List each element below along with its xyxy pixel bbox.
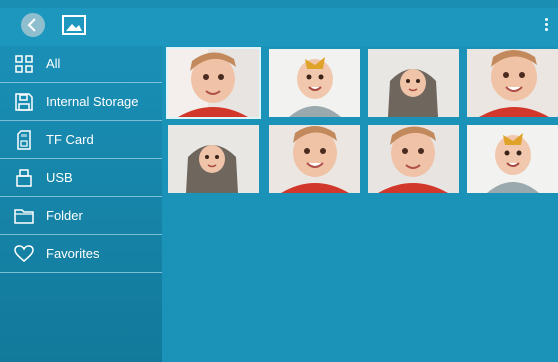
sidebar-item-label: TF Card bbox=[46, 132, 94, 147]
more-menu-button[interactable] bbox=[540, 16, 552, 38]
gallery-app: All Internal Storage TF Card USB Folder … bbox=[0, 0, 558, 362]
more-vertical-icon bbox=[544, 28, 548, 31]
photo-thumbnail[interactable] bbox=[368, 125, 459, 193]
photo-image bbox=[467, 125, 558, 193]
usb-icon bbox=[16, 169, 32, 187]
photo-thumbnail[interactable] bbox=[467, 49, 558, 117]
photo-image bbox=[467, 49, 558, 117]
sidebar-item-label: All bbox=[46, 56, 61, 71]
sidebar-item-tf-card[interactable]: TF Card bbox=[0, 122, 162, 159]
sidebar-item-usb[interactable]: USB bbox=[0, 160, 162, 197]
back-button[interactable] bbox=[21, 13, 45, 37]
photo-image bbox=[368, 49, 459, 117]
photo-thumbnail[interactable] bbox=[168, 125, 259, 193]
photo-image bbox=[168, 49, 259, 117]
sidebar: All Internal Storage TF Card USB Folder … bbox=[0, 46, 162, 362]
sidebar-item-all[interactable]: All bbox=[0, 46, 162, 83]
photo-image bbox=[368, 125, 459, 193]
image-icon bbox=[62, 15, 86, 35]
photo-image bbox=[168, 125, 259, 193]
photo-image bbox=[269, 125, 360, 193]
photo-grid bbox=[162, 46, 558, 362]
save-icon bbox=[15, 93, 33, 111]
sidebar-item-favorites[interactable]: Favorites bbox=[0, 236, 162, 273]
photo-thumbnail[interactable] bbox=[168, 49, 259, 117]
more-vertical-icon bbox=[544, 23, 548, 26]
folder-icon bbox=[14, 209, 34, 224]
sidebar-item-folder[interactable]: Folder bbox=[0, 198, 162, 235]
photo-thumbnail[interactable] bbox=[269, 49, 360, 117]
heart-icon bbox=[14, 245, 34, 262]
photo-image bbox=[269, 49, 360, 117]
sidebar-item-label: USB bbox=[46, 170, 73, 185]
sd-card-icon bbox=[17, 130, 31, 150]
sidebar-item-label: Internal Storage bbox=[46, 94, 139, 109]
grid-icon bbox=[15, 55, 33, 73]
top-bar bbox=[0, 8, 558, 46]
more-vertical-icon bbox=[544, 18, 548, 21]
photo-thumbnail[interactable] bbox=[269, 125, 360, 193]
sidebar-item-internal-storage[interactable]: Internal Storage bbox=[0, 84, 162, 121]
photo-thumbnail[interactable] bbox=[368, 49, 459, 117]
photo-thumbnail[interactable] bbox=[467, 125, 558, 193]
chevron-left-icon bbox=[27, 18, 36, 32]
sidebar-item-label: Folder bbox=[46, 208, 83, 223]
sidebar-item-label: Favorites bbox=[46, 246, 100, 261]
